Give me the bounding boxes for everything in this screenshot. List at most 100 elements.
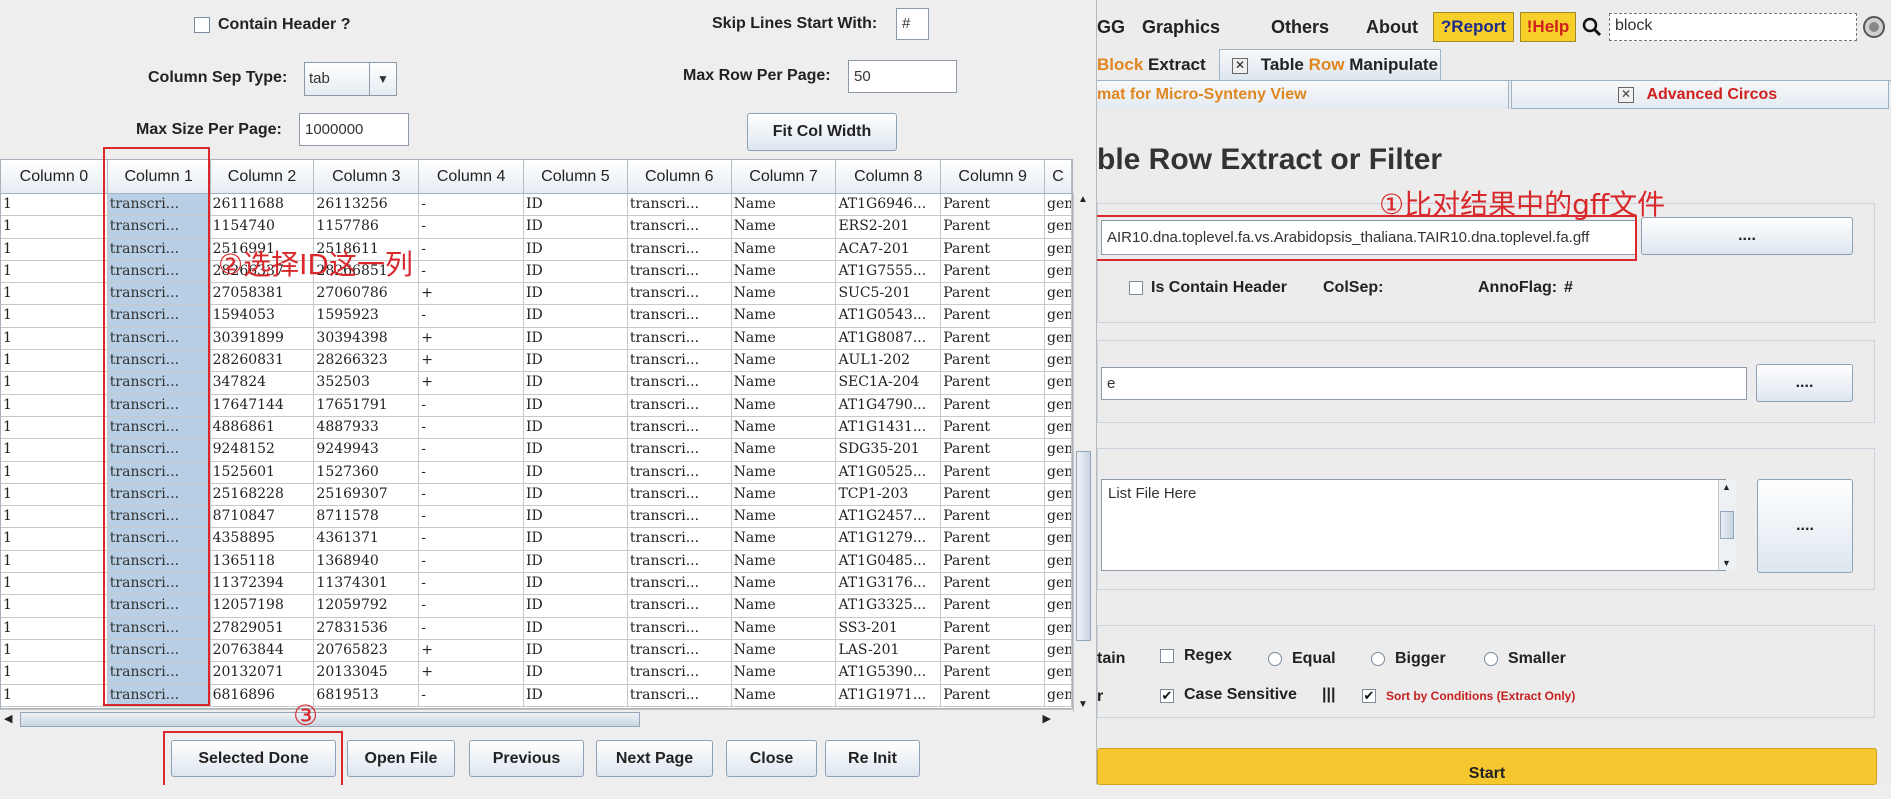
table-cell[interactable]: Parent xyxy=(941,684,1046,707)
table-cell[interactable]: 20133045 xyxy=(314,662,420,685)
table-cell[interactable]: gen xyxy=(1045,506,1072,529)
table-cell[interactable]: Parent xyxy=(941,394,1046,417)
table-cell[interactable]: ID xyxy=(524,639,628,663)
table-cell[interactable]: 1 xyxy=(1,662,108,685)
table-cell[interactable]: transcri... xyxy=(627,528,732,551)
table-cell[interactable]: gen xyxy=(1045,595,1072,618)
table-cell[interactable]: Parent xyxy=(941,216,1046,239)
table-cell[interactable]: Parent xyxy=(941,327,1046,351)
table-cell[interactable]: Name xyxy=(731,506,837,529)
gear-icon[interactable] xyxy=(1862,15,1886,43)
column-sep-select[interactable]: tab ▼ xyxy=(304,62,397,96)
browse-input-button[interactable]: .... xyxy=(1641,217,1853,255)
table-cell[interactable]: 1 xyxy=(1,372,108,395)
table-cell[interactable]: 1 xyxy=(1,617,108,640)
table-cell[interactable]: AT1G2457... xyxy=(836,506,942,529)
table-cell[interactable]: - xyxy=(419,416,525,440)
table-cell[interactable]: 1365118 xyxy=(210,550,315,574)
table-cell[interactable]: 1 xyxy=(1,483,108,507)
table-cell[interactable]: 1 xyxy=(1,573,108,596)
table-cell[interactable]: AT1G7555... xyxy=(836,260,942,284)
column-header[interactable]: Column 8 xyxy=(836,160,942,193)
table-cell[interactable]: + xyxy=(419,372,525,395)
table-cell[interactable]: Name xyxy=(731,372,837,395)
column-header[interactable]: Column 0 xyxy=(1,160,108,193)
table-cell[interactable]: gen xyxy=(1045,439,1072,462)
table-cell[interactable]: gen xyxy=(1045,461,1072,484)
table-cell[interactable]: 27060786 xyxy=(314,283,420,306)
table-cell[interactable]: transcri... xyxy=(627,662,732,685)
table-cell[interactable]: 1 xyxy=(1,305,108,328)
table-cell[interactable]: Name xyxy=(731,483,837,507)
re-init-button[interactable]: Re Init xyxy=(825,740,920,777)
table-cell[interactable]: Parent xyxy=(941,194,1046,217)
table-cell[interactable]: 1 xyxy=(1,238,108,261)
table-cell[interactable]: ID xyxy=(524,506,628,529)
table-cell[interactable]: - xyxy=(419,550,525,574)
table-cell[interactable]: Parent xyxy=(941,305,1046,328)
table-cell[interactable]: Parent xyxy=(941,238,1046,261)
column-header[interactable]: C xyxy=(1045,160,1072,193)
table-cell[interactable]: 8710847 xyxy=(210,506,315,529)
table-cell[interactable]: Name xyxy=(731,639,837,663)
table-cell[interactable]: Parent xyxy=(941,617,1046,640)
table-cell[interactable]: 12059792 xyxy=(314,595,420,618)
table-cell[interactable]: + xyxy=(419,283,525,306)
table-cell[interactable]: Parent xyxy=(941,550,1046,574)
table-cell[interactable]: AT1G1279... xyxy=(836,528,942,551)
table-cell[interactable]: + xyxy=(419,350,525,373)
table-cell[interactable]: 20132071 xyxy=(210,662,315,685)
table-cell[interactable]: Name xyxy=(731,238,837,261)
table-cell[interactable]: ID xyxy=(524,483,628,507)
table-cell[interactable]: ID xyxy=(524,573,628,596)
scroll-thumb[interactable] xyxy=(1720,511,1734,539)
table-cell[interactable]: transcri... xyxy=(627,305,732,328)
table-cell[interactable]: ID xyxy=(524,416,628,440)
table-cell[interactable]: 1 xyxy=(1,416,108,440)
close-button[interactable]: Close xyxy=(726,740,817,777)
table-cell[interactable]: Name xyxy=(731,394,837,417)
next-page-button[interactable]: Next Page xyxy=(596,740,713,777)
fit-col-width-button[interactable]: Fit Col Width xyxy=(747,113,897,151)
search-input[interactable]: block xyxy=(1609,13,1857,41)
table-cell[interactable]: Parent xyxy=(941,528,1046,551)
start-button[interactable]: Start xyxy=(1097,748,1877,785)
table-cell[interactable]: gen xyxy=(1045,617,1072,640)
table-cell[interactable]: 20763844 xyxy=(210,639,315,663)
table-cell[interactable]: Name xyxy=(731,327,837,351)
table-cell[interactable]: ID xyxy=(524,260,628,284)
table-cell[interactable]: 1 xyxy=(1,550,108,574)
tab-table-row-manipulate[interactable]: ✕ Table Row Manipulate xyxy=(1219,49,1441,80)
table-cell[interactable]: - xyxy=(419,483,525,507)
table-cell[interactable]: Name xyxy=(731,595,837,618)
table-cell[interactable]: Parent xyxy=(941,662,1046,685)
table-cell[interactable]: Name xyxy=(731,216,837,239)
table-cell[interactable]: transcri... xyxy=(627,238,732,261)
table-cell[interactable]: Parent xyxy=(941,283,1046,306)
table-cell[interactable]: ID xyxy=(524,216,628,239)
table-cell[interactable]: 26111688 xyxy=(210,194,315,217)
table-cell[interactable]: + xyxy=(419,662,525,685)
table-cell[interactable]: 1154740 xyxy=(210,216,315,239)
table-cell[interactable]: ID xyxy=(524,372,628,395)
table-cell[interactable]: Parent xyxy=(941,595,1046,618)
table-cell[interactable]: gen xyxy=(1045,550,1072,574)
table-cell[interactable]: ID xyxy=(524,394,628,417)
scroll-left-icon[interactable]: ◀ xyxy=(4,712,12,725)
report-button[interactable]: ?Report xyxy=(1433,12,1514,42)
table-cell[interactable]: 11374301 xyxy=(314,573,420,596)
table-cell[interactable]: ID xyxy=(524,684,628,707)
table-cell[interactable]: AT1G0525... xyxy=(836,461,942,484)
column-header[interactable]: Column 6 xyxy=(628,160,732,193)
table-cell[interactable]: 1 xyxy=(1,528,108,551)
table-cell[interactable]: 1595923 xyxy=(314,305,420,328)
table-cell[interactable]: SDG35-201 xyxy=(836,439,942,462)
table-cell[interactable]: 347824 xyxy=(210,372,315,395)
skip-lines-input[interactable]: # xyxy=(896,8,929,40)
table-cell[interactable]: gen xyxy=(1045,194,1072,217)
table-cell[interactable]: SUC5-201 xyxy=(836,283,942,306)
open-file-button[interactable]: Open File xyxy=(347,740,455,777)
table-cell[interactable]: transcri... xyxy=(627,573,732,596)
column-header[interactable]: Column 3 xyxy=(314,160,420,193)
table-cell[interactable]: Name xyxy=(731,350,837,373)
